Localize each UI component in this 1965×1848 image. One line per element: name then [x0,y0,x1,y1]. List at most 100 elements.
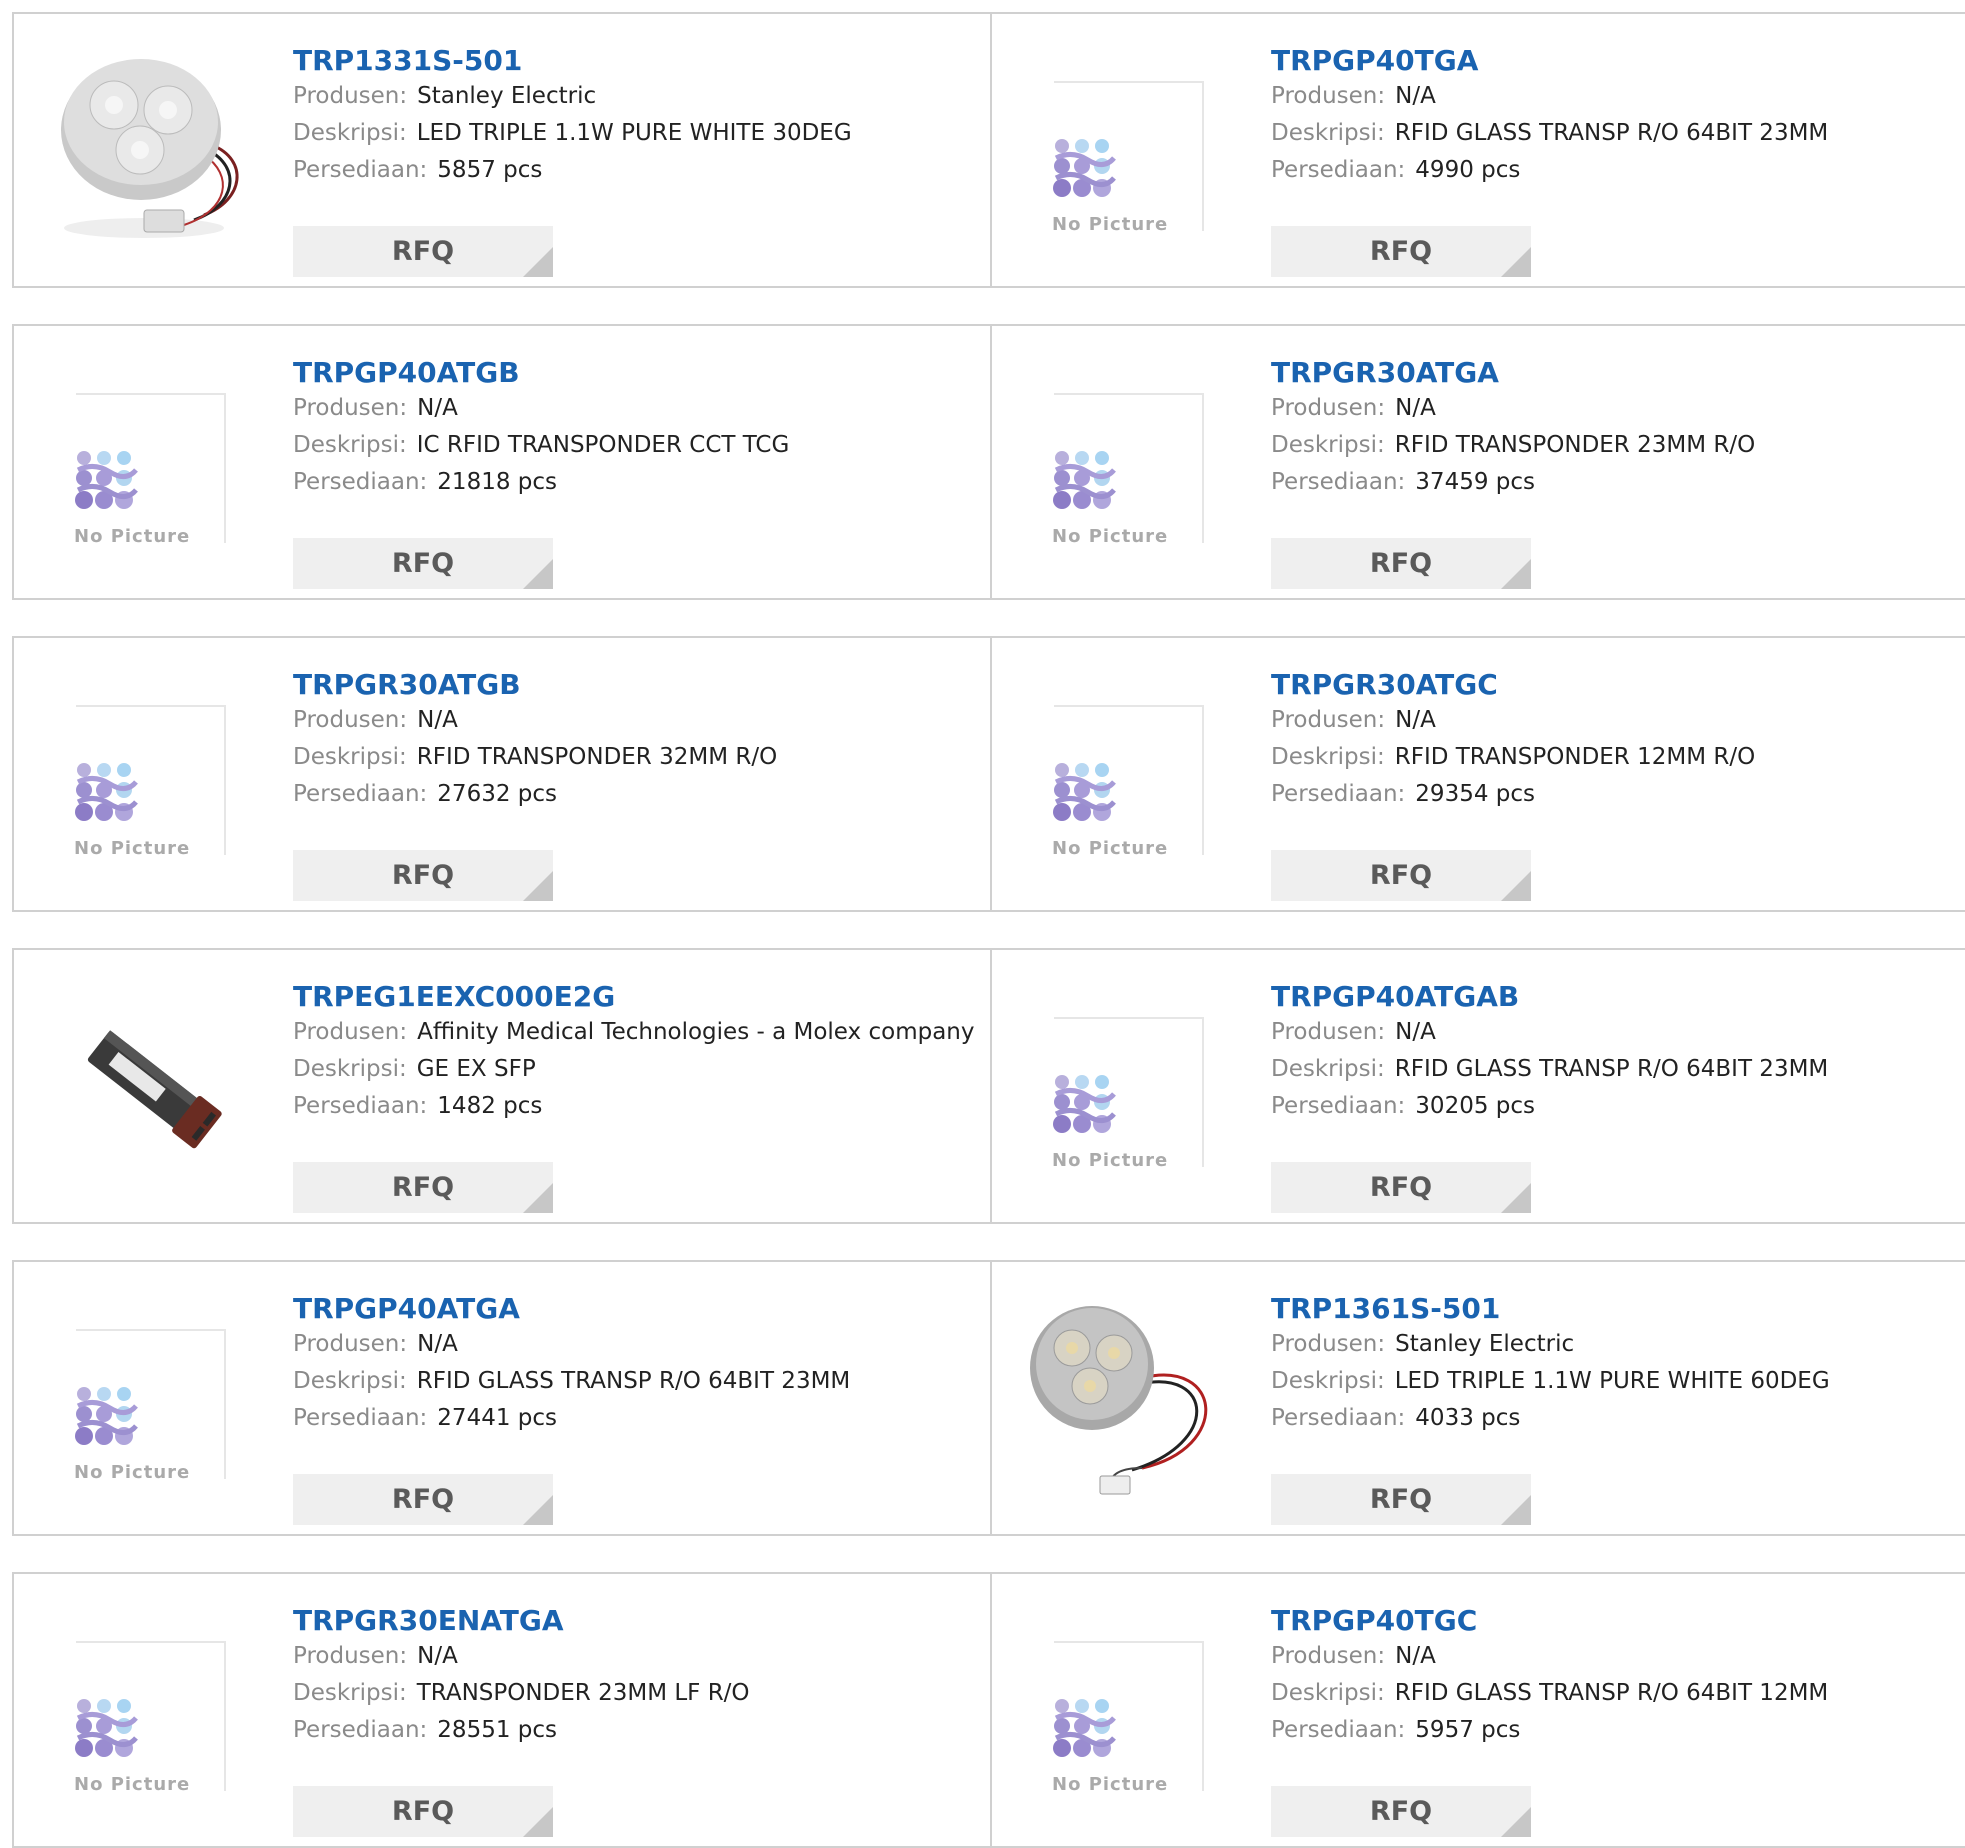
manufacturer-value: N/A [1395,1019,1436,1045]
description-row: Deskripsi: GE EX SFP [293,1051,980,1088]
manufacturer-label: Produsen: [1271,83,1386,109]
rfq-button[interactable]: RFQ [293,538,553,589]
no-picture-placeholder[interactable]: No Picture [74,1641,226,1795]
stock-row: Persediaan: 21818 pcs [293,464,980,501]
description-value: IC RFID TRANSPONDER CCT TCG [416,432,790,458]
stock-value: 4033 pcs [1415,1405,1521,1431]
description-label: Deskripsi: [293,120,407,146]
manufacturer-label: Produsen: [1271,707,1386,733]
no-picture-logo-icon [1053,451,1116,509]
manufacturer-value: N/A [1395,395,1436,421]
part-number-link[interactable]: TRPEG1EEXC000E2G [293,980,980,1014]
manufacturer-row: Produsen: N/A [1271,1014,1955,1051]
manufacturer-value: N/A [417,395,458,421]
rfq-button[interactable]: RFQ [1271,850,1531,901]
product-row: TRP1331S-501 Produsen: Stanley Electric D… [12,12,1965,288]
no-picture-placeholder[interactable]: No Picture [1052,705,1204,859]
description-row: Deskripsi: RFID GLASS TRANSP R/O 64BIT 23… [1271,1051,1955,1088]
no-picture-placeholder[interactable]: No Picture [74,705,226,859]
manufacturer-row: Produsen: Affinity Medical Technologies -… [293,1014,980,1051]
part-number-link[interactable]: TRPGP40ATGB [293,356,980,390]
stock-label: Persediaan: [1271,469,1406,495]
stock-value: 4990 pcs [1415,157,1521,183]
rfq-button[interactable]: RFQ [293,1474,553,1525]
description-row: Deskripsi: IC RFID TRANSPONDER CCT TCG [293,427,980,464]
stock-label: Persediaan: [1271,157,1406,183]
no-picture-placeholder[interactable]: No Picture [74,393,226,547]
part-number-link[interactable]: TRPGP40TGA [1271,44,1955,78]
product-card: No Picture TRPGR30ATGA Produsen: N/A Desk… [990,326,1965,598]
rfq-label: RFQ [391,548,455,579]
led-module-photo[interactable] [1022,1298,1222,1498]
rfq-button[interactable]: RFQ [1271,538,1531,589]
description-row: Deskripsi: RFID TRANSPONDER 12MM R/O [1271,739,1955,776]
description-value: RFID TRANSPONDER 12MM R/O [1394,744,1756,770]
part-number-link[interactable]: TRPGR30ATGB [293,668,980,702]
part-number-link[interactable]: TRP1361S-501 [1271,1292,1955,1326]
no-picture-placeholder[interactable]: No Picture [1052,81,1204,235]
rfq-button[interactable]: RFQ [1271,226,1531,277]
description-label: Deskripsi: [1271,1680,1385,1706]
stock-label: Persediaan: [293,1405,428,1431]
part-number-link[interactable]: TRPGR30ATGA [1271,356,1955,390]
description-row: Deskripsi: RFID TRANSPONDER 32MM R/O [293,739,980,776]
description-label: Deskripsi: [1271,1056,1385,1082]
description-label: Deskripsi: [293,1680,407,1706]
rfq-button[interactable]: RFQ [293,1162,553,1213]
stock-value: 21818 pcs [437,469,558,495]
rfq-button[interactable]: RFQ [1271,1786,1531,1837]
manufacturer-row: Produsen: N/A [293,390,980,427]
corner-triangle-icon [1501,1807,1531,1837]
product-card: TRP1331S-501 Produsen: Stanley Electric D… [12,14,990,286]
corner-triangle-icon [523,871,553,901]
rfq-label: RFQ [1369,548,1433,579]
description-row: Deskripsi: RFID GLASS TRANSP R/O 64BIT 23… [293,1363,980,1400]
manufacturer-row: Produsen: N/A [1271,390,1955,427]
stock-row: Persediaan: 1482 pcs [293,1088,980,1125]
description-label: Deskripsi: [1271,432,1385,458]
description-label: Deskripsi: [1271,744,1385,770]
description-label: Deskripsi: [293,1056,407,1082]
stock-row: Persediaan: 28551 pcs [293,1712,980,1749]
no-picture-placeholder[interactable]: No Picture [74,1329,226,1483]
manufacturer-label: Produsen: [293,1019,408,1045]
part-number-link[interactable]: TRPGP40TGC [1271,1604,1955,1638]
no-picture-placeholder[interactable]: No Picture [1052,393,1204,547]
stock-label: Persediaan: [1271,1717,1406,1743]
rfq-button[interactable]: RFQ [1271,1162,1531,1213]
part-number-link[interactable]: TRPGR30ATGC [1271,668,1955,702]
part-number-link[interactable]: TRPGP40ATGAB [1271,980,1955,1014]
manufacturer-row: Produsen: N/A [293,702,980,739]
manufacturer-row: Produsen: N/A [1271,702,1955,739]
stock-value: 5957 pcs [1415,1717,1521,1743]
part-number-link[interactable]: TRPGR30ENATGA [293,1604,980,1638]
led-module-photo[interactable] [44,50,244,250]
no-picture-logo-icon [75,451,138,509]
rfq-button[interactable]: RFQ [293,226,553,277]
no-picture-logo-icon [1053,763,1116,821]
rfq-label: RFQ [1369,1796,1433,1827]
corner-triangle-icon [1501,559,1531,589]
part-number-link[interactable]: TRP1331S-501 [293,44,980,78]
product-card: No Picture TRPGP40ATGA Produsen: N/A Desk… [12,1262,990,1534]
stock-row: Persediaan: 4033 pcs [1271,1400,1955,1437]
manufacturer-row: Produsen: Stanley Electric [293,78,980,115]
stock-value: 27632 pcs [437,781,558,807]
manufacturer-label: Produsen: [293,395,408,421]
rfq-button[interactable]: RFQ [293,1786,553,1837]
sfp-module-photo[interactable] [44,986,244,1186]
no-picture-placeholder[interactable]: No Picture [1052,1641,1204,1795]
rfq-label: RFQ [391,860,455,891]
description-row: Deskripsi: LED TRIPLE 1.1W PURE WHITE 60D… [1271,1363,1955,1400]
product-card: No Picture TRPGP40ATGB Produsen: N/A Desk… [12,326,990,598]
rfq-button[interactable]: RFQ [293,850,553,901]
rfq-button[interactable]: RFQ [1271,1474,1531,1525]
description-row: Deskripsi: RFID TRANSPONDER 23MM R/O [1271,427,1955,464]
manufacturer-value: Affinity Medical Technologies - a Molex … [417,1019,975,1045]
no-picture-placeholder[interactable]: No Picture [1052,1017,1204,1171]
part-number-link[interactable]: TRPGP40ATGA [293,1292,980,1326]
no-picture-text: No Picture [74,1774,197,1795]
stock-row: Persediaan: 4990 pcs [1271,152,1955,189]
rfq-label: RFQ [391,1172,455,1203]
stock-label: Persediaan: [293,1717,428,1743]
